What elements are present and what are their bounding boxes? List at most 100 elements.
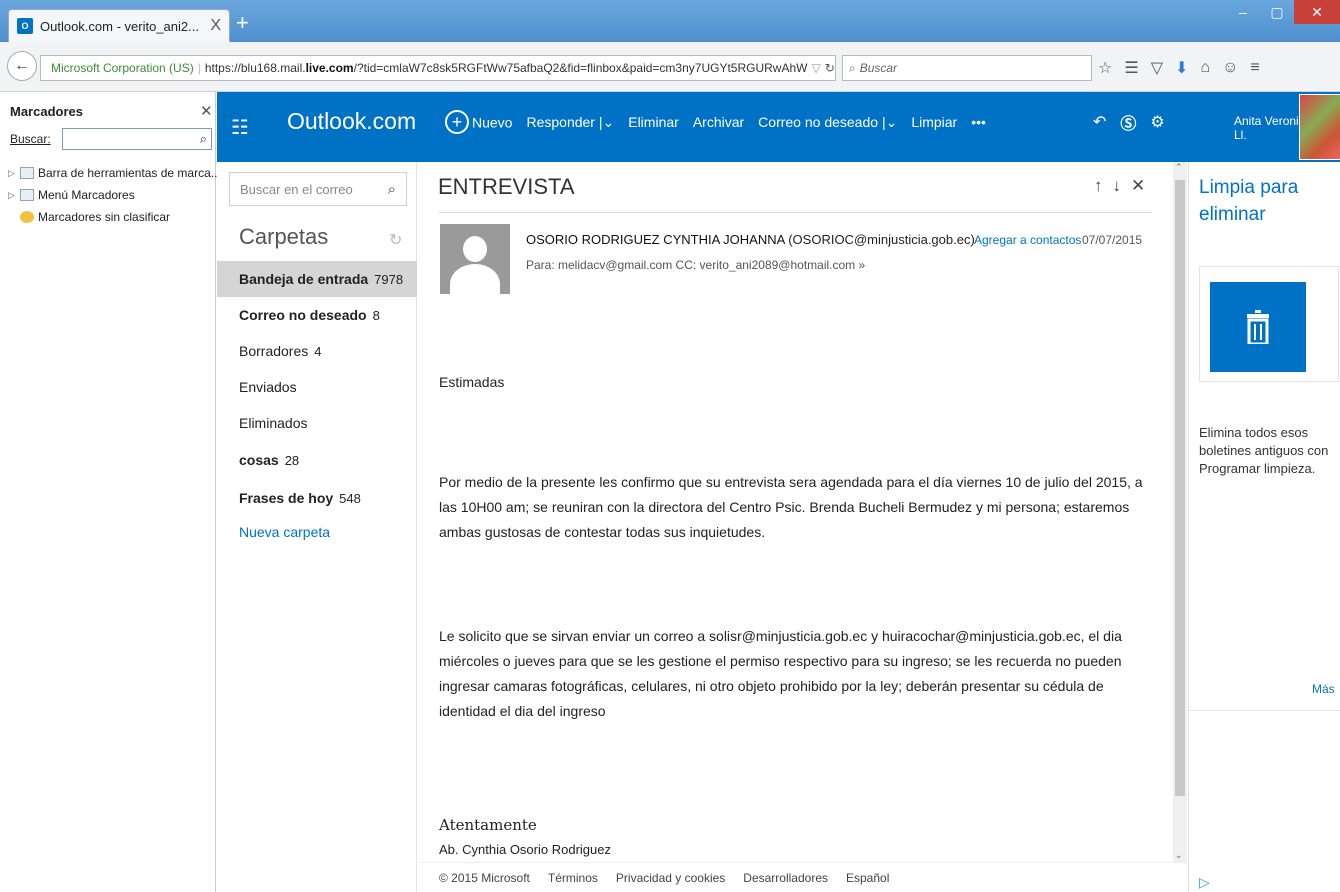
bookmark-folder-toolbar[interactable]: ▷ Barra de herramientas de marca... <box>8 166 221 180</box>
folder-frases[interactable]: Frases de hoy 548 <box>217 480 417 516</box>
trash-icon <box>1247 310 1269 344</box>
message-controls: ↑ ↓ ✕ <box>1094 176 1145 196</box>
minimize-button[interactable]: – <box>1226 0 1260 24</box>
gear-icon[interactable]: ⚙ <box>1150 112 1164 132</box>
back-arrow-icon: ← <box>14 57 30 74</box>
divider <box>1189 710 1340 711</box>
menu-folder-icon <box>20 189 34 201</box>
message-signature: Ab. Cynthia Osorio Rodriguez <box>439 842 611 857</box>
language-link[interactable]: Español <box>846 871 889 885</box>
close-sidebar-icon[interactable]: ✕ <box>200 102 213 120</box>
reply-button[interactable]: Responder |⌄ <box>526 114 614 131</box>
mail-search-input[interactable]: Buscar en el correo ⌕ <box>229 172 407 206</box>
dropdown-icon[interactable]: ▽ <box>811 61 820 75</box>
browser-titlebar: O Outlook.com - verito_ani2... X + – ▢ ✕ <box>0 0 1340 42</box>
search-icon[interactable]: ⌕ <box>388 181 396 198</box>
reading-pane: ENTREVISTA ↑ ↓ ✕ OSORIO RODRIGUEZ CYNTHI… <box>418 162 1172 862</box>
bookmarks-search-label: Buscar: <box>10 132 51 146</box>
unread-count: 4 <box>314 343 322 359</box>
tab-close-button[interactable]: X <box>210 17 221 35</box>
url-prefix: https://blu168.mail. <box>204 61 306 75</box>
terms-link[interactable]: Términos <box>548 871 598 885</box>
unread-count: 7978 <box>374 271 404 287</box>
archive-button[interactable]: Archivar <box>693 114 744 130</box>
more-button[interactable]: ••• <box>971 114 986 130</box>
adchoices-icon[interactable]: ▷ <box>1199 874 1210 891</box>
folder-drafts[interactable]: Borradores 4 <box>217 333 417 369</box>
address-bar[interactable]: Microsoft Corporation (US) | https://blu… <box>40 55 836 81</box>
close-window-button[interactable]: ✕ <box>1294 0 1340 24</box>
window-controls: – ▢ ✕ <box>1226 0 1340 30</box>
sender-name[interactable]: OSORIO RODRIGUEZ CYNTHIA JOHANNA <box>526 232 785 247</box>
expand-arrow-icon: ▷ <box>8 189 15 200</box>
ad-image[interactable] <box>1210 282 1306 372</box>
recipients-line[interactable]: Para: melidacv@gmail.com CC: verito_ani2… <box>526 258 865 272</box>
url-rest: /?tid=cmlaW7c8sk5RGFtWw75afbaQ2&fid=flin… <box>353 61 808 75</box>
new-button[interactable]: + Nuevo <box>445 110 512 134</box>
scroll-up-icon[interactable]: ⌃ <box>1175 162 1183 173</box>
close-message-icon[interactable]: ✕ <box>1131 176 1145 196</box>
browser-tab[interactable]: O Outlook.com - verito_ani2... X <box>8 9 230 42</box>
scroll-down-icon[interactable]: ⌄ <box>1175 850 1183 861</box>
outlook-header: ☷ Outlook.com + Nuevo Responder |⌄ Elimin… <box>217 92 1340 162</box>
search-icon: ⌕ <box>199 131 207 146</box>
ad-title[interactable]: Limpia para eliminar <box>1199 174 1339 228</box>
maximize-button[interactable]: ▢ <box>1260 0 1294 24</box>
next-message-icon[interactable]: ↓ <box>1113 176 1122 196</box>
sender-line: OSORIO RODRIGUEZ CYNTHIA JOHANNA (OSORIO… <box>526 232 975 247</box>
bookmark-star-icon[interactable]: ☆ <box>1098 58 1112 78</box>
scrollbar-thumb[interactable] <box>1175 180 1185 796</box>
refresh-icon[interactable]: ↻ <box>389 230 402 250</box>
menu-icon[interactable]: ≡ <box>1250 59 1259 77</box>
unread-count: 8 <box>372 307 380 323</box>
new-tab-button[interactable]: + <box>236 12 249 34</box>
browser-search-bar[interactable]: ⌕ Buscar <box>842 55 1092 81</box>
command-bar: + Nuevo Responder |⌄ Eliminar Archivar Co… <box>445 110 986 134</box>
folder-pane: Buscar en el correo ⌕ Carpetas ↻ Bandeja… <box>217 162 417 892</box>
app-launcher-icon[interactable]: ☷ <box>217 92 263 162</box>
chat-icon[interactable]: ☺ <box>1222 59 1238 77</box>
new-folder-link[interactable]: Nueva carpeta <box>239 524 330 540</box>
chevron-down-icon: |⌄ <box>598 113 615 130</box>
ad-more-link[interactable]: Más <box>1312 682 1335 696</box>
folder-sent[interactable]: Enviados <box>217 369 417 405</box>
pocket-icon[interactable]: ▽ <box>1151 58 1163 78</box>
download-icon[interactable]: ⬇ <box>1175 58 1188 78</box>
reading-scrollbar[interactable]: ⌃ ⌄ <box>1173 162 1187 862</box>
add-to-contacts-link[interactable]: Agregar a contactos <box>974 233 1081 247</box>
delete-button[interactable]: Eliminar <box>628 114 679 130</box>
sender-email: (OSORIOC@minjusticia.gob.ec) <box>788 232 975 247</box>
home-icon[interactable]: ⌂ <box>1200 59 1210 77</box>
previous-message-icon[interactable]: ↑ <box>1094 176 1103 196</box>
undo-icon[interactable]: ↶ <box>1093 112 1106 132</box>
tab-title: Outlook.com - verito_ani2... <box>40 18 199 34</box>
message-date: 07/07/2015 <box>1082 233 1143 247</box>
folder-junk[interactable]: Correo no deseado 8 <box>217 297 417 333</box>
junk-button[interactable]: Correo no deseado |⌄ <box>758 114 897 131</box>
folder-cosas[interactable]: cosas 28 <box>217 442 417 478</box>
folder-inbox[interactable]: Bandeja de entrada 7978 <box>217 261 417 297</box>
toolbar-folder-icon <box>20 167 34 179</box>
sweep-button[interactable]: Limpiar <box>911 114 957 130</box>
user-avatar[interactable] <box>1299 94 1340 160</box>
unsorted-bookmarks-icon <box>20 211 34 223</box>
bookmark-folder-unsorted[interactable]: Marcadores sin clasificar <box>8 210 170 224</box>
security-identity: Microsoft Corporation (US) <box>51 61 194 75</box>
plus-icon: + <box>445 110 469 134</box>
browser-search-placeholder: Buscar <box>859 61 898 75</box>
bookmarks-sidebar: Marcadores ✕ Buscar: ⌕ ▷ Barra de herram… <box>0 92 221 892</box>
expand-recipients-icon[interactable]: » <box>859 258 866 272</box>
bookmark-folder-menu[interactable]: ▷ Menú Marcadores <box>8 188 135 202</box>
bookmarks-search-input[interactable]: ⌕ <box>62 128 212 150</box>
privacy-link[interactable]: Privacidad y cookies <box>616 871 725 885</box>
skype-icon[interactable]: Ⓢ <box>1120 110 1136 134</box>
browser-navbar: ← Microsoft Corporation (US) | https://b… <box>0 42 1340 92</box>
reload-icon[interactable]: ↻ <box>825 61 835 75</box>
ad-pane: Limpia para eliminar Elimina todos esos … <box>1188 162 1340 892</box>
copyright-text: © 2015 Microsoft <box>439 870 530 885</box>
folder-deleted[interactable]: Eliminados <box>217 405 417 441</box>
back-button[interactable]: ← <box>7 51 37 81</box>
developers-link[interactable]: Desarrolladores <box>743 871 828 885</box>
outlook-title[interactable]: Outlook.com <box>287 108 416 135</box>
reading-list-icon[interactable]: ☰ <box>1124 58 1138 78</box>
